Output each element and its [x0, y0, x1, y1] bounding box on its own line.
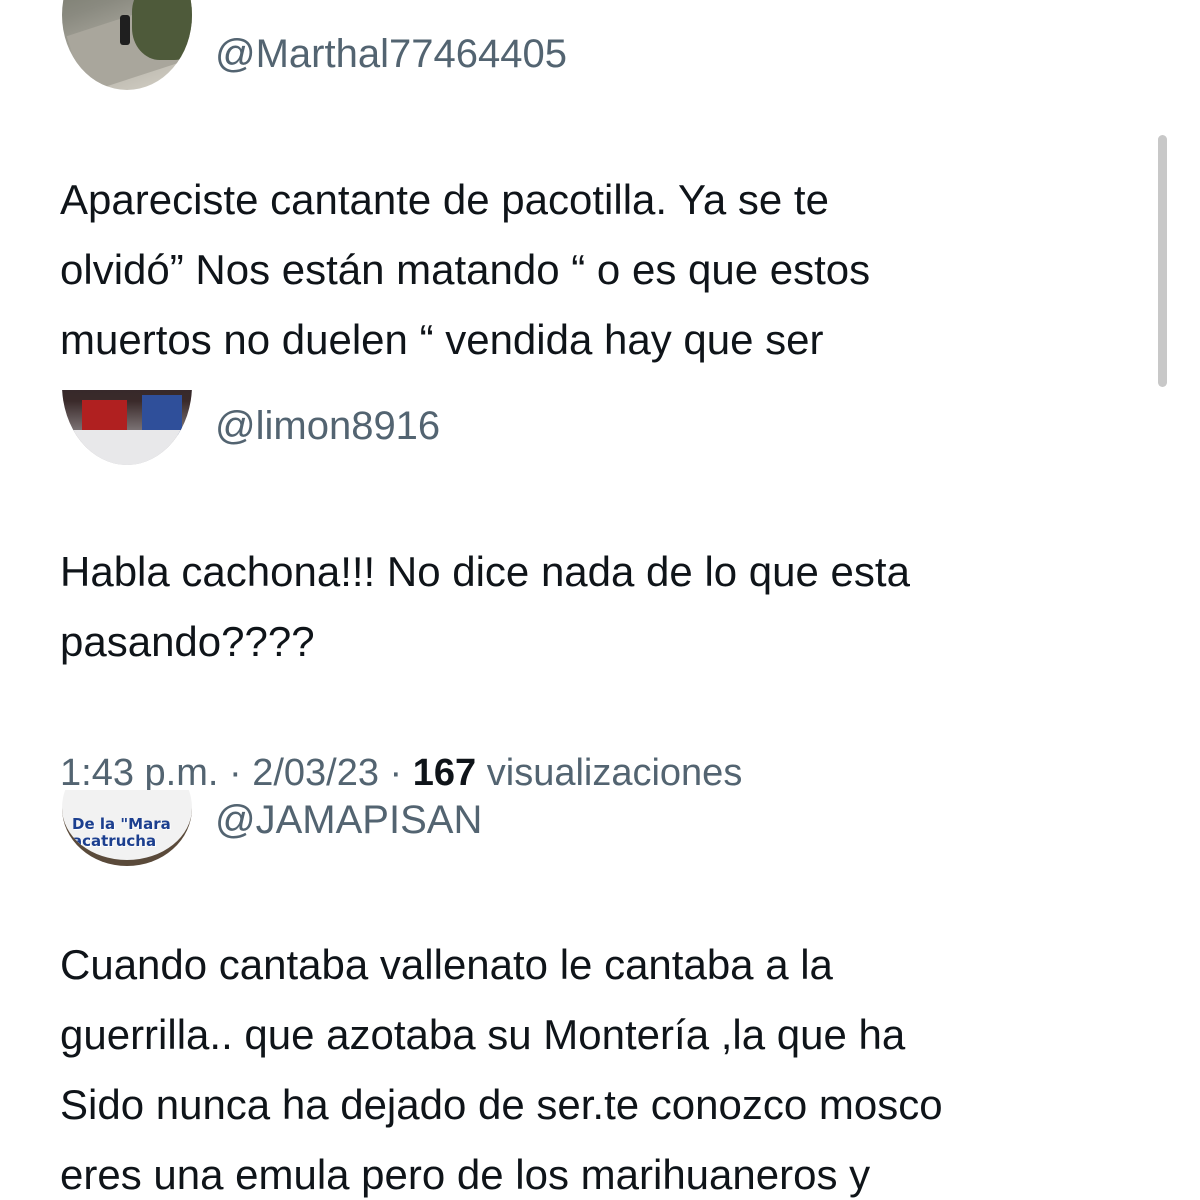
avatar-shape	[82, 400, 127, 430]
meta-separator: ·	[218, 752, 253, 790]
tweet-text-line: Cuando cantaba vallenato le cantaba a la	[60, 941, 833, 988]
tweet-text-line-cut	[60, 375, 1150, 390]
meta-separator: ·	[379, 752, 413, 790]
avatar-shape	[62, 430, 192, 465]
tweet-text: Apareciste cantante de pacotilla. Ya se …	[60, 165, 1150, 390]
tweet-meta: 1:43 p.m. · 2/03/23 · 167 visualizacione…	[60, 752, 742, 790]
user-handle[interactable]: @Marthal77464405	[215, 32, 567, 77]
user-avatar[interactable]	[62, 0, 192, 90]
user-handle[interactable]: @JAMAPISAN	[215, 798, 482, 843]
avatar-logo-text: acatrucha	[72, 832, 157, 850]
tweet-time[interactable]: 1:43 p.m.	[60, 752, 218, 790]
person-shape	[120, 15, 130, 45]
tweet-text-line: Apareciste cantante de pacotilla. Ya se …	[60, 176, 829, 223]
tweet-panel-2: @limon8916 Habla cachona!!! No dice nada…	[0, 390, 1200, 790]
tweet-text-line: olvidó” Nos están matando “ o es que est…	[60, 246, 871, 293]
avatar-shape	[142, 395, 182, 435]
tweet-text-line: guerrilla.. que azotaba su Montería ,la …	[60, 1011, 906, 1058]
user-avatar[interactable]	[62, 390, 192, 465]
tweet-date[interactable]: 2/03/23	[252, 752, 379, 790]
tweet-text-line: pasando????	[60, 618, 315, 665]
views-label[interactable]: visualizaciones	[476, 752, 743, 790]
tweet-panel-3: De la "Mara acatrucha @JAMAPISAN Cuando …	[0, 790, 1200, 1200]
tweet-text-line: eres una emula pero de los marihuaneros …	[60, 1151, 871, 1198]
tweet-text-line: muertos no duelen “ vendida hay que ser	[60, 316, 824, 363]
user-avatar[interactable]: De la "Mara acatrucha	[62, 790, 192, 866]
tree-shape	[132, 0, 192, 60]
tweet-text: Habla cachona!!! No dice nada de lo que …	[60, 537, 1150, 677]
tweet-text-line: Sido nunca ha dejado de ser.te conozco m…	[60, 1081, 943, 1128]
user-handle[interactable]: @limon8916	[215, 404, 440, 449]
views-count[interactable]: 167	[413, 752, 476, 790]
tweet-panel-1: @Marthal77464405 Apareciste cantante de …	[0, 0, 1200, 390]
tweet-text: Cuando cantaba vallenato le cantaba a la…	[60, 930, 1150, 1200]
scrollbar[interactable]	[1158, 135, 1167, 387]
tweet-text-line: Habla cachona!!! No dice nada de lo que …	[60, 548, 910, 595]
avatar-logo-text: De la "Mara	[72, 815, 171, 833]
